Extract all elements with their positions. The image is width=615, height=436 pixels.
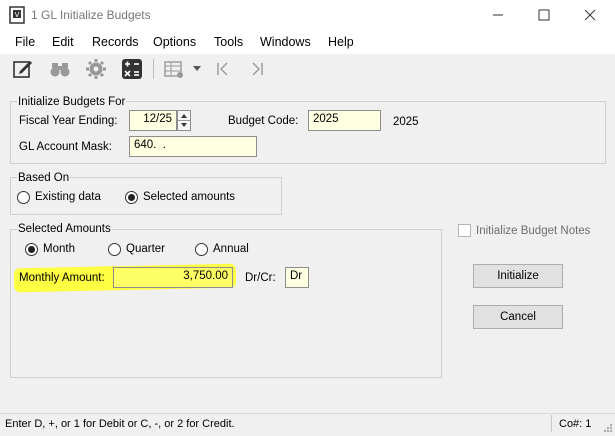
menu-windows[interactable]: Windows — [260, 35, 311, 49]
minimize-button[interactable] — [475, 0, 521, 30]
menu-options[interactable]: Options — [153, 35, 196, 49]
app-icon: V — [9, 6, 25, 24]
calculator-icon[interactable] — [120, 58, 144, 80]
maximize-button[interactable] — [521, 0, 567, 30]
selected-amounts-label: Selected amounts — [143, 191, 236, 203]
initialize-button[interactable]: Initialize — [473, 264, 563, 288]
budget-code-label: Budget Code: — [228, 115, 299, 127]
fiscal-year-spinner[interactable] — [177, 110, 191, 131]
budget-code-input[interactable]: 2025 — [308, 110, 381, 131]
existing-data-label: Existing data — [35, 191, 101, 203]
gl-account-mask-input[interactable]: 640. . — [129, 136, 257, 157]
gear-icon[interactable] — [84, 58, 108, 80]
status-separator — [551, 415, 552, 432]
close-button[interactable] — [567, 0, 613, 30]
cancel-button[interactable]: Cancel — [473, 305, 563, 329]
svg-text:V: V — [15, 11, 20, 19]
toolbar-separator — [153, 59, 154, 79]
quarter-radio[interactable] — [108, 243, 121, 256]
drcr-input[interactable]: Dr — [285, 267, 309, 288]
based-on-group-title: Based On — [17, 172, 71, 184]
monthly-amount-label: Monthly Amount: — [19, 272, 105, 284]
month-radio[interactable] — [25, 243, 38, 256]
company-number: Co#: 1 — [559, 418, 592, 430]
menu-tools[interactable]: Tools — [214, 35, 243, 49]
init-budgets-group-title: Initialize Budgets For — [17, 96, 127, 108]
month-label: Month — [43, 243, 75, 255]
status-message: Enter D, +, or 1 for Debit or C, -, or 2… — [5, 418, 235, 430]
drcr-label: Dr/Cr: — [245, 272, 276, 284]
resize-grip-icon[interactable] — [602, 422, 613, 433]
menu-edit[interactable]: Edit — [52, 35, 74, 49]
selected-amounts-radio[interactable] — [125, 191, 138, 204]
initialize-budget-notes-label: Initialize Budget Notes — [476, 225, 591, 237]
grid-icon[interactable] — [162, 58, 186, 80]
first-record-icon[interactable] — [211, 58, 235, 80]
budget-code-display: 2025 — [393, 116, 419, 128]
monthly-amount-input[interactable]: 3,750.00 — [113, 267, 233, 288]
menu-records[interactable]: Records — [92, 35, 139, 49]
annual-label: Annual — [213, 243, 249, 255]
existing-data-radio[interactable] — [17, 191, 30, 204]
last-record-icon[interactable] — [245, 58, 269, 80]
fiscal-year-label: Fiscal Year Ending: — [19, 115, 118, 127]
menu-help[interactable]: Help — [328, 35, 354, 49]
menu-file[interactable]: File — [15, 35, 35, 49]
annual-radio[interactable] — [195, 243, 208, 256]
selected-amounts-group-title: Selected Amounts — [17, 223, 112, 235]
window-title: 1 GL Initialize Budgets — [31, 8, 151, 22]
edit-icon[interactable] — [11, 58, 35, 80]
dropdown-arrow-icon[interactable] — [190, 58, 204, 80]
gl-account-mask-label: GL Account Mask: — [19, 141, 112, 153]
quarter-label: Quarter — [126, 243, 165, 255]
binoculars-icon[interactable] — [48, 58, 72, 80]
fiscal-year-input[interactable]: 12/25 — [129, 110, 177, 131]
initialize-budget-notes-checkbox[interactable] — [458, 224, 471, 237]
